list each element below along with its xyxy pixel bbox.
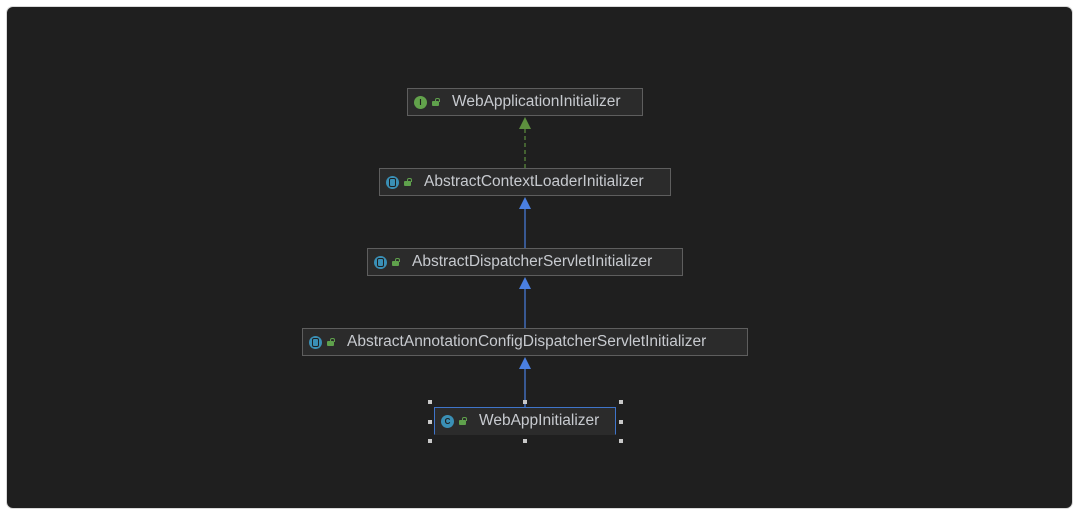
edge-extends-arrowhead xyxy=(519,277,531,289)
resize-handle-bottom-right[interactable] xyxy=(619,439,623,443)
node-label: WebAppInitializer xyxy=(479,412,600,429)
node-abstract-annotation-config-dispatcher-servlet-initializer[interactable]: AbstractAnnotationConfigDispatcherServle… xyxy=(302,328,748,356)
abstract-class-icon xyxy=(374,255,387,269)
node-abstract-context-loader-initializer[interactable]: AbstractContextLoaderInitializer xyxy=(379,168,671,196)
public-lock-icon xyxy=(404,178,412,186)
abstract-class-icon xyxy=(309,335,322,349)
public-lock-icon xyxy=(432,98,440,106)
resize-handle-middle-right[interactable] xyxy=(619,420,623,424)
interface-icon: I xyxy=(414,95,427,109)
node-label: AbstractDispatcherServletInitializer xyxy=(412,253,653,270)
edge-implements-arrowhead xyxy=(519,117,531,129)
edge-extends-arrowhead xyxy=(519,197,531,209)
resize-handle-bottom-center[interactable] xyxy=(523,439,527,443)
node-label: AbstractAnnotationConfigDispatcherServle… xyxy=(347,333,707,350)
node-label: WebApplicationInitializer xyxy=(452,93,621,110)
node-abstract-dispatcher-servlet-initializer[interactable]: AbstractDispatcherServletInitializer xyxy=(367,248,683,276)
resize-handle-middle-left[interactable] xyxy=(428,420,432,424)
node-label: AbstractContextLoaderInitializer xyxy=(424,173,644,190)
resize-handle-top-left[interactable] xyxy=(428,400,432,404)
class-icon: C xyxy=(441,414,454,428)
resize-handle-top-right[interactable] xyxy=(619,400,623,404)
resize-handle-top-center[interactable] xyxy=(523,400,527,404)
node-web-application-initializer[interactable]: I WebApplicationInitializer xyxy=(407,88,643,116)
public-lock-icon xyxy=(459,417,467,425)
abstract-class-icon xyxy=(386,175,399,189)
edge-extends-arrowhead xyxy=(519,357,531,369)
public-lock-icon xyxy=(392,258,400,266)
node-web-app-initializer[interactable]: C WebAppInitializer xyxy=(434,407,616,435)
diagram-canvas[interactable]: I WebApplicationInitializer AbstractCont… xyxy=(7,7,1072,508)
resize-handle-bottom-left[interactable] xyxy=(428,439,432,443)
public-lock-icon xyxy=(327,338,335,346)
